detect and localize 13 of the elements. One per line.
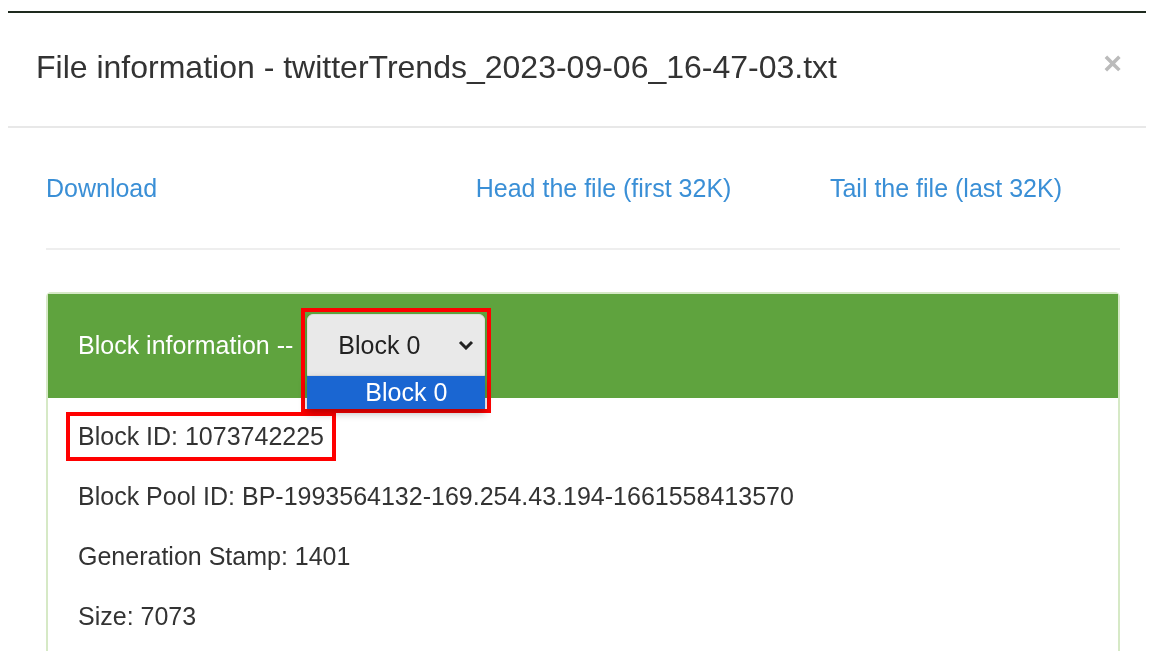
block-select[interactable]: Block 0 xyxy=(307,314,486,376)
block-field: Generation Stamp: 1401 xyxy=(66,531,363,581)
chevron-down-icon xyxy=(458,340,475,350)
panel-heading: Block information -- xyxy=(78,331,294,360)
file-link[interactable]: Download xyxy=(46,173,158,203)
file-link[interactable]: Head the file (first 32K) xyxy=(475,173,732,203)
block-field: Block Pool ID: BP-1993564132-169.254.43.194-1661558413570 xyxy=(66,471,806,521)
modal-title: File information - twitterTrends_2023-09-06_16-47-03.txt xyxy=(36,49,837,86)
block-field: Block ID: 1073742225 xyxy=(66,411,336,461)
close-button[interactable]: × xyxy=(1103,47,1122,79)
block-field: Size: 7073 xyxy=(66,591,209,641)
dropdown-option[interactable]: Block 0 xyxy=(307,376,486,409)
file-link[interactable]: Tail the file (last 32K) xyxy=(829,173,1062,203)
